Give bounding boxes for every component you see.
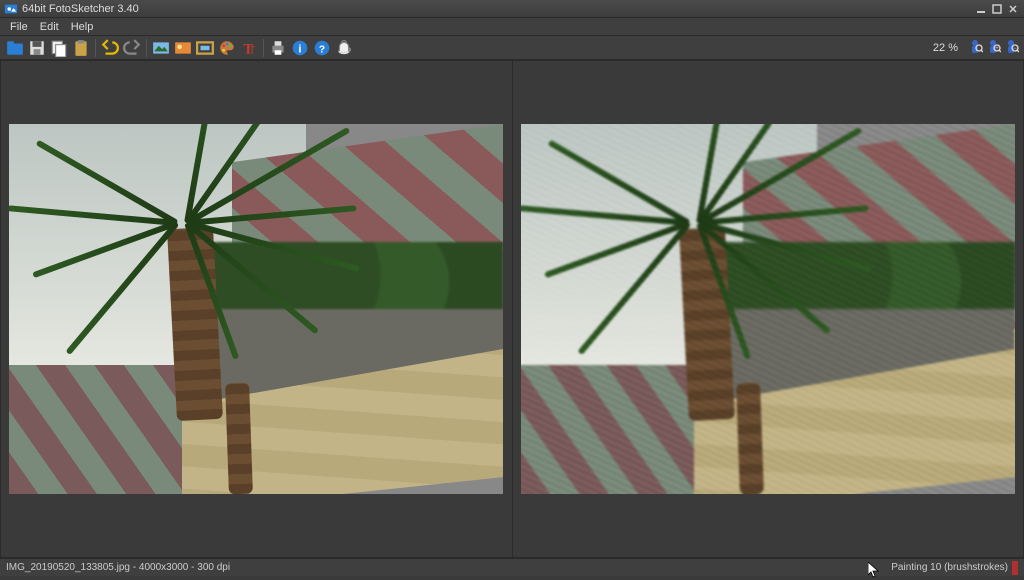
window-title: 64bit FotoSketcher 3.40 — [22, 3, 139, 15]
zoom-label: 22 % — [933, 42, 958, 54]
open-button[interactable] — [5, 38, 25, 58]
paste-button[interactable] — [71, 38, 91, 58]
svg-text:−: − — [1013, 46, 1017, 52]
status-file-info: IMG_20190520_133805.jpg - 4000x3000 - 30… — [6, 562, 230, 573]
info-button[interactable]: i — [290, 38, 310, 58]
helper-zoom-in-button[interactable]: + — [985, 38, 1001, 58]
menubar: File Edit Help — [0, 18, 1024, 36]
status-progress-indicator — [1012, 561, 1018, 575]
titlebar: 64bit FotoSketcher 3.40 — [0, 0, 1024, 18]
palette-icon[interactable] — [217, 38, 237, 58]
svg-text:+: + — [995, 46, 999, 52]
copy-button[interactable] — [49, 38, 69, 58]
menu-file[interactable]: File — [4, 21, 34, 33]
result-pane[interactable] — [513, 60, 1024, 558]
svg-text:i: i — [298, 43, 301, 55]
menu-help[interactable]: Help — [65, 21, 100, 33]
maximize-button[interactable] — [990, 2, 1004, 16]
separator — [146, 39, 147, 57]
donate-button[interactable] — [334, 38, 354, 58]
close-button[interactable] — [1006, 2, 1020, 16]
separator — [263, 39, 264, 57]
drawing-parameters-button[interactable] — [151, 38, 171, 58]
svg-text:T: T — [249, 45, 255, 56]
undo-button[interactable] — [100, 38, 120, 58]
result-image — [521, 124, 1015, 494]
helper-zoom-fit-button[interactable] — [967, 38, 983, 58]
menu-edit[interactable]: Edit — [34, 21, 65, 33]
app-icon — [4, 2, 18, 16]
status-effect: Painting 10 (brushstrokes) — [891, 562, 1008, 573]
print-button[interactable] — [268, 38, 288, 58]
separator — [95, 39, 96, 57]
source-image — [9, 124, 503, 494]
toolbar: TT i ? 22 % + − — [0, 36, 1024, 60]
add-text-button[interactable]: TT — [239, 38, 259, 58]
redo-button[interactable] — [122, 38, 142, 58]
statusbar: IMG_20190520_133805.jpg - 4000x3000 - 30… — [0, 558, 1024, 576]
about-button[interactable]: ? — [312, 38, 332, 58]
svg-text:?: ? — [319, 44, 325, 55]
add-frame-button[interactable] — [195, 38, 215, 58]
helper-zoom-out-button[interactable]: − — [1003, 38, 1019, 58]
save-button[interactable] — [27, 38, 47, 58]
source-pane[interactable] — [0, 60, 513, 558]
minimize-button[interactable] — [974, 2, 988, 16]
modify-source-button[interactable] — [173, 38, 193, 58]
content-area — [0, 60, 1024, 558]
